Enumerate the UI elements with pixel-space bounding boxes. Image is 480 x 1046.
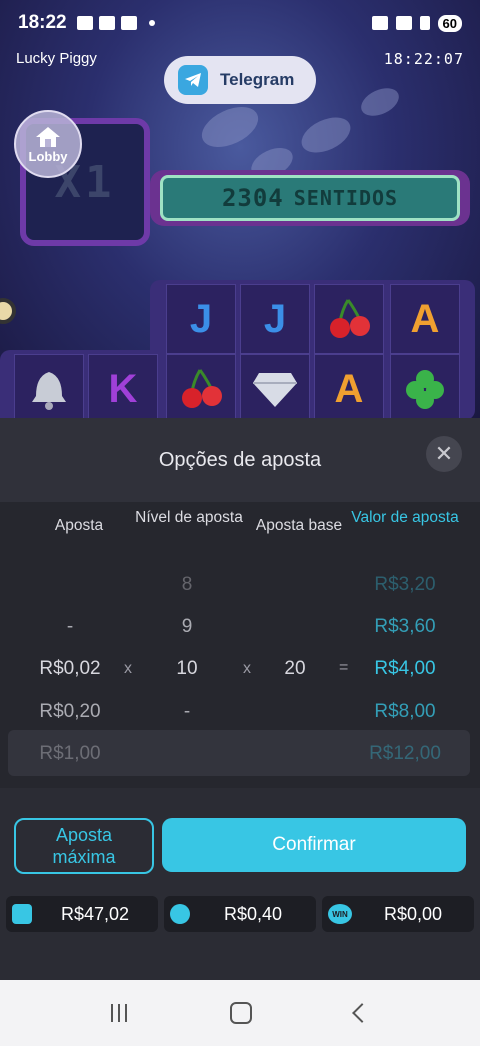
confirm-button[interactable]: Confirmar — [162, 818, 466, 872]
symbol-k: K — [88, 354, 158, 420]
max-bet-label: Aposta máxima — [52, 825, 116, 867]
bet-value: R$0,40 — [223, 903, 283, 924]
telegram-notification-icon — [76, 16, 93, 30]
bet-option[interactable]: R$1,00 — [10, 743, 130, 765]
slot-reels: J J A K A — [0, 280, 480, 420]
game-name: Lucky Piggy — [16, 50, 97, 67]
balance-display: R$47,02 — [6, 896, 158, 932]
ways-banner: 2304 SENTIDOS — [150, 170, 470, 226]
symbol-a: A — [390, 284, 460, 354]
max-bet-button[interactable]: Aposta máxima — [14, 818, 154, 874]
win-icon: WIN — [328, 904, 352, 924]
bet-picker[interactable]: Aposta Nível de aposta Aposta base Valor… — [0, 502, 480, 788]
value-option: R$3,60 — [374, 616, 436, 637]
bet-option[interactable]: - — [10, 616, 130, 638]
battery-indicator: 60 — [437, 14, 462, 32]
level-option[interactable]: - — [127, 701, 247, 723]
lobby-label: Lobby — [28, 148, 68, 164]
column-header-bet: Aposta — [54, 517, 104, 534]
bet-option[interactable]: R$0,20 — [10, 701, 130, 723]
level-selected[interactable]: 10 — [127, 658, 247, 680]
clover-icon — [390, 354, 460, 420]
sheet-title: Opções de aposta — [158, 448, 322, 471]
cherry-icon — [314, 284, 384, 354]
home-nav-icon[interactable] — [229, 1002, 252, 1024]
level-option[interactable]: 9 — [127, 616, 247, 638]
bet-selected[interactable]: R$0,02 — [10, 658, 130, 680]
close-button[interactable]: ✕ — [426, 436, 462, 472]
wifi-icon — [395, 16, 412, 30]
youtube-notification-icon — [98, 16, 115, 30]
lobby-button[interactable]: Lobby — [14, 110, 82, 178]
multiply-operator: x — [124, 660, 132, 677]
diamond-icon — [240, 354, 310, 420]
wallet-icon — [12, 904, 32, 924]
cherry-icon — [166, 354, 236, 420]
status-time: 18:22 — [18, 12, 67, 33]
more-notifications-icon — [148, 20, 155, 26]
equals-operator: = — [339, 659, 349, 676]
close-icon: ✕ — [434, 441, 454, 466]
home-icon — [36, 126, 60, 147]
telegram-button[interactable]: Telegram — [164, 56, 316, 104]
sheet-header: Opções de aposta ✕ — [0, 418, 480, 502]
symbol-j: J — [166, 284, 236, 354]
telegram-icon — [178, 65, 208, 95]
telegram-label: Telegram — [220, 70, 295, 89]
decor-coin — [356, 82, 404, 122]
coins-icon — [170, 904, 190, 924]
recent-apps-icon[interactable] — [111, 1004, 128, 1022]
game-clock: 18:22:07 — [383, 50, 464, 68]
back-icon[interactable] — [351, 1003, 372, 1023]
column-header-value: Valor de aposta — [351, 509, 459, 526]
column-header-base: Aposta base — [255, 517, 343, 534]
multiply-operator: x — [243, 660, 251, 677]
value-option: R$8,00 — [374, 701, 436, 722]
value-selected: R$4,00 — [374, 658, 436, 679]
balance-value: R$47,02 — [60, 903, 130, 924]
system-nav-bar — [0, 980, 480, 1046]
cast-icon — [371, 16, 388, 30]
confirm-label: Confirmar — [272, 834, 356, 855]
decor-coin — [296, 110, 356, 160]
win-value: R$0,00 — [383, 903, 443, 924]
bet-display: R$0,40 — [164, 896, 316, 932]
ways-count: 2304 — [221, 184, 284, 212]
symbol-j: J — [240, 284, 310, 354]
value-option: R$12,00 — [369, 743, 441, 764]
value-option: R$3,20 — [374, 574, 436, 595]
game-background: 18:22 60 Lucky Piggy 18:22:07 Telegram X… — [0, 0, 480, 420]
ways-label: SENTIDOS — [293, 186, 399, 210]
signal-icon — [419, 16, 430, 30]
instagram-notification-icon — [120, 16, 137, 30]
decor-coin — [195, 98, 265, 156]
win-display: WIN R$0,00 — [322, 896, 474, 932]
level-option[interactable]: 8 — [127, 574, 247, 596]
bell-icon — [14, 354, 84, 420]
symbol-a: A — [314, 354, 384, 420]
base-bet-value[interactable]: 20 — [235, 658, 355, 680]
column-header-level: Nível de aposta — [135, 509, 243, 526]
status-bar: 18:22 60 — [0, 0, 480, 46]
